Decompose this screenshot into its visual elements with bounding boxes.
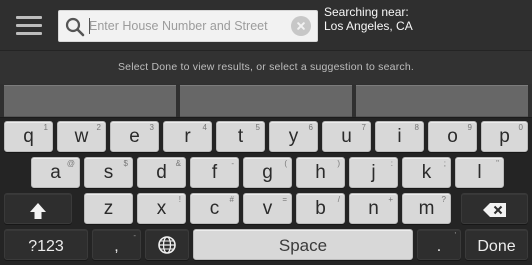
symbols-key[interactable]: ?123 (4, 229, 88, 260)
done-button[interactable]: Done (465, 229, 528, 260)
key-alt-label: # (229, 195, 234, 204)
key-alt-label: ? (441, 195, 446, 204)
keyboard-row-1: q 1 w 2 e 3 r 4 t 5 y 6 u 7 i 8 o 9 p 0 (0, 121, 532, 152)
key-alt-label: 7 (361, 123, 366, 132)
key-m[interactable]: m ? (402, 193, 451, 224)
key-q[interactable]: q 1 (4, 121, 53, 152)
space-key[interactable]: Space (193, 229, 413, 260)
key-a[interactable]: a @ (31, 157, 80, 188)
space-key-label: Space (278, 236, 328, 255)
key-y[interactable]: y 6 (269, 121, 318, 152)
period-key[interactable]: . ' (417, 229, 461, 260)
comma-key-alt-label: - (133, 231, 136, 240)
key-p[interactable]: p 0 (481, 121, 528, 152)
key-alt-label: / (337, 195, 340, 204)
key-t[interactable]: t 5 (216, 121, 265, 152)
key-u[interactable]: u 7 (322, 121, 371, 152)
search-hint-bar: Select Done to view results, or select a… (0, 50, 532, 84)
key-x[interactable]: x ! (137, 193, 186, 224)
key-alt-label: " (496, 159, 499, 168)
key-r[interactable]: r 4 (163, 121, 212, 152)
key-c[interactable]: c # (190, 193, 239, 224)
key-alt-label: ! (178, 195, 181, 204)
globe-icon (158, 236, 176, 254)
key-alt-label: 9 (467, 123, 472, 132)
key-v[interactable]: v = (243, 193, 292, 224)
key-alt-label: + (388, 195, 393, 204)
address-search-input[interactable] (89, 16, 279, 36)
symbols-key-label: ?123 (28, 238, 64, 255)
key-s[interactable]: s $ (84, 157, 133, 188)
key-d[interactable]: d & (137, 157, 186, 188)
key-z[interactable]: z (84, 193, 133, 224)
hamburger-menu-icon (16, 23, 42, 27)
key-alt-label: $ (123, 159, 128, 168)
backspace-icon (482, 203, 506, 217)
key-i[interactable]: i 8 (375, 121, 424, 152)
clear-icon[interactable] (291, 16, 311, 36)
key-n[interactable]: n + (349, 193, 398, 224)
suggestion-item[interactable] (4, 85, 176, 117)
comma-key[interactable]: , - (92, 229, 141, 260)
keyboard-row-2: a @ s $ d & f - g ( h ) j: k ; l " (0, 157, 532, 188)
language-key[interactable] (145, 229, 189, 260)
suggestion-bar (0, 85, 532, 117)
suggestion-item[interactable] (180, 85, 352, 117)
key-g[interactable]: g ( (243, 157, 292, 188)
onscreen-keyboard: q 1 w 2 e 3 r 4 t 5 y 6 u 7 i 8 o 9 p 0 … (0, 117, 532, 265)
key-o[interactable]: o 9 (428, 121, 477, 152)
searching-near-info: Searching near: Los Angeles, CA (324, 5, 524, 34)
key-alt-label: 0 (518, 123, 523, 132)
key-w[interactable]: w 2 (57, 121, 106, 152)
shift-icon (30, 203, 46, 219)
key-alt-label: 8 (414, 123, 419, 132)
backspace-key[interactable] (461, 193, 528, 224)
key-alt-label: 5 (255, 123, 260, 132)
key-l[interactable]: l " (455, 157, 504, 188)
period-key-alt-label: ' (454, 231, 456, 240)
key-alt-label: 1 (43, 123, 48, 132)
hamburger-menu-icon (16, 31, 42, 35)
key-alt-label: = (282, 195, 287, 204)
key-k[interactable]: k ; (402, 157, 451, 188)
key-h[interactable]: h ) (296, 157, 345, 188)
key-alt-label: ) (337, 159, 340, 168)
search-header: Searching near: Los Angeles, CA (0, 0, 532, 50)
key-alt-label: 6 (308, 123, 313, 132)
key-alt-label: ( (284, 159, 287, 168)
search-icon (65, 17, 85, 37)
key-e[interactable]: e 3 (110, 121, 159, 152)
key-alt-label: - (231, 159, 234, 168)
key-f[interactable]: f - (190, 157, 239, 188)
hamburger-menu-icon (16, 15, 42, 19)
searching-near-label: Searching near: (324, 5, 409, 19)
address-search-screen: Searching near: Los Angeles, CA Select D… (0, 0, 532, 265)
key-alt-label: : (390, 159, 393, 168)
key-alt-label: 4 (202, 123, 207, 132)
keyboard-row-4: ?123 , - Space . ' Done (0, 229, 532, 260)
search-box[interactable] (58, 10, 318, 42)
key-alt-label: 2 (96, 123, 101, 132)
done-button-label: Done (477, 238, 516, 255)
suggestion-item[interactable] (356, 85, 528, 117)
shift-key[interactable] (4, 193, 72, 224)
key-alt-label: ; (443, 159, 446, 168)
key-label: z (103, 198, 114, 219)
keyboard-row-3: z x ! c # v = b / n + m ? (0, 193, 532, 224)
key-b[interactable]: b / (296, 193, 345, 224)
search-hint-text: Select Done to view results, or select a… (117, 61, 415, 73)
menu-button[interactable] (6, 7, 52, 43)
key-alt-label: @ (66, 159, 75, 168)
key-alt-label: & (175, 159, 181, 168)
searching-near-location: Los Angeles, CA (324, 18, 413, 33)
key-j[interactable]: j : (349, 157, 398, 188)
key-alt-label: 3 (149, 123, 154, 132)
